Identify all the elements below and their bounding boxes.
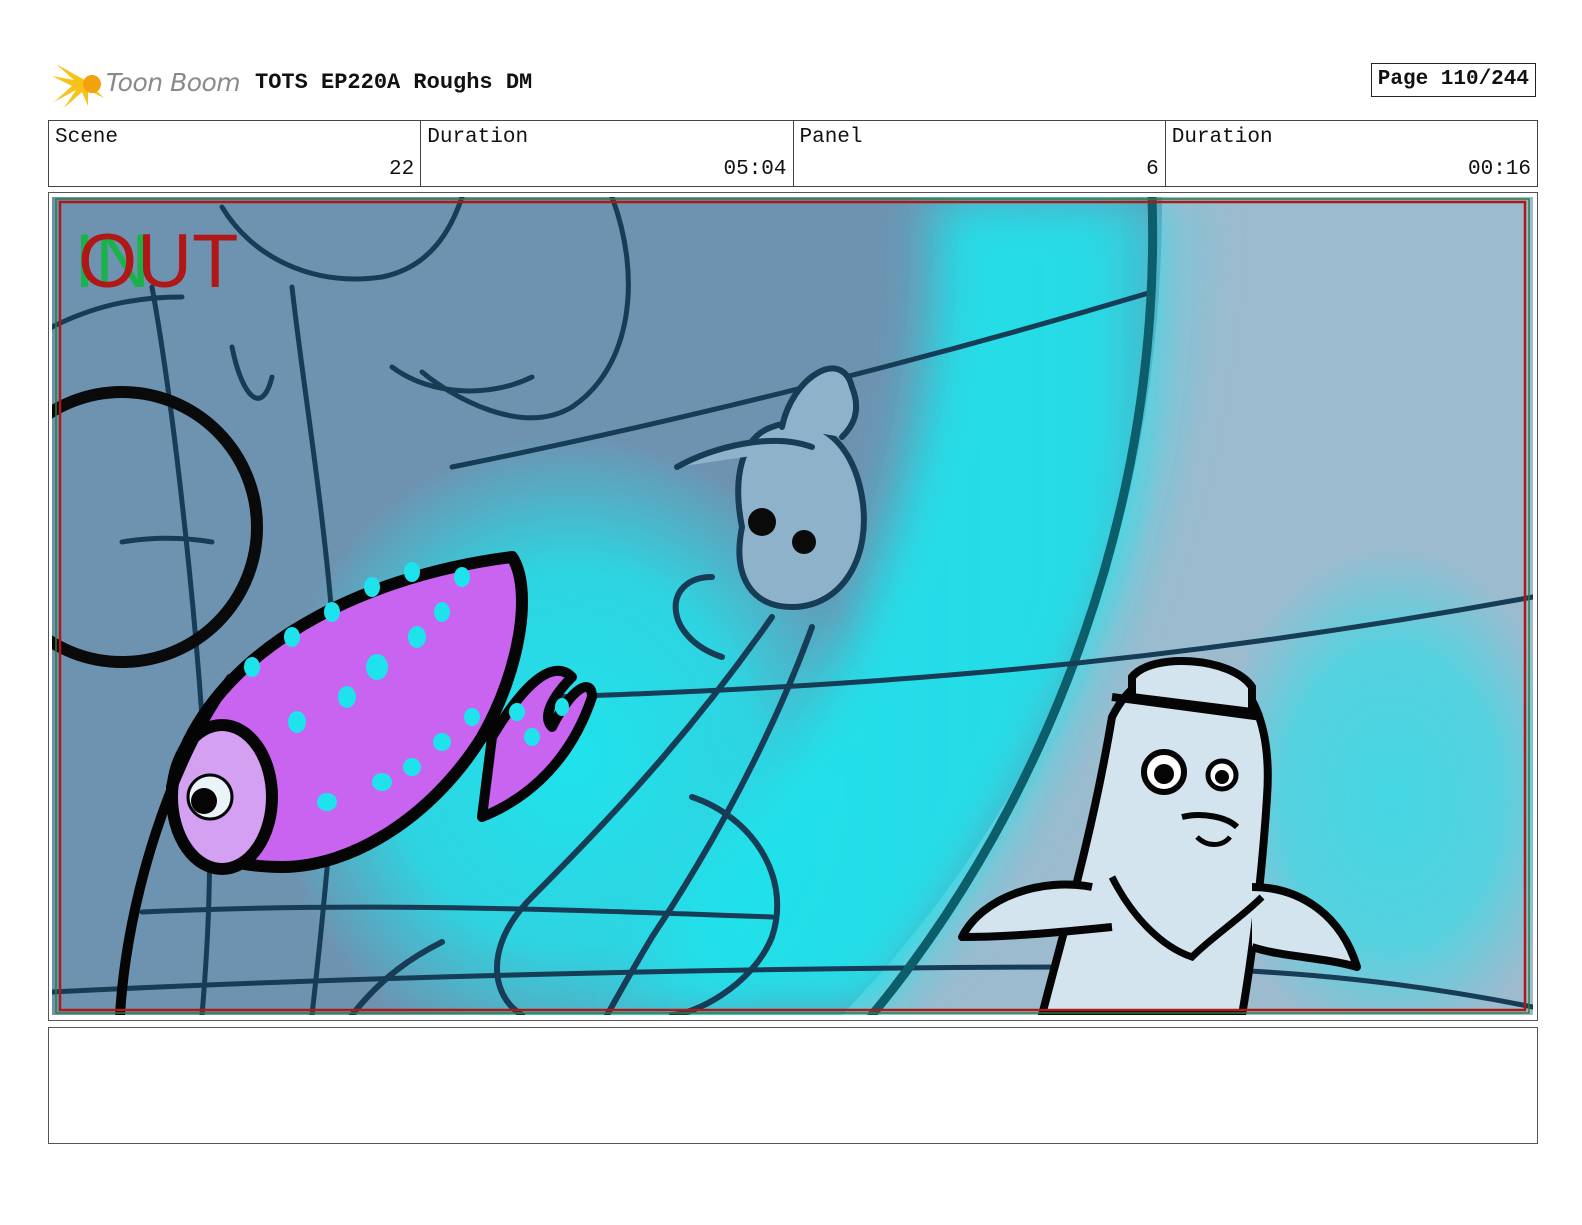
scene-cell: Scene 22 xyxy=(49,121,422,186)
panel-cell: Panel 6 xyxy=(794,121,1166,186)
starburst-logo-icon xyxy=(52,64,104,108)
panel-duration-value: 00:16 xyxy=(1467,158,1531,181)
panel-notes-box[interactable] xyxy=(48,1027,1538,1144)
document-title: TOTS EP220A Roughs DM xyxy=(255,70,533,95)
out-marker: OUT xyxy=(78,219,238,304)
panel-artwork: IN OUT xyxy=(52,197,1533,1015)
panel-drawing: IN OUT xyxy=(52,197,1533,1015)
panel-label: Panel xyxy=(799,126,863,149)
logo-text: Toon Boom xyxy=(106,68,241,97)
scene-duration-label: Duration xyxy=(427,126,529,149)
toon-boom-logo: Toon Boom xyxy=(52,58,242,108)
scene-value: 22 xyxy=(389,158,415,181)
panel-duration-label: Duration xyxy=(1171,126,1273,149)
panel-value: 6 xyxy=(1146,158,1159,181)
center-character-eye-left xyxy=(748,508,776,536)
scene-label: Scene xyxy=(55,126,119,149)
scene-duration-value: 05:04 xyxy=(723,158,787,181)
page-header: Toon Boom TOTS EP220A Roughs DM Page 110… xyxy=(50,56,1536,108)
scene-info-table: Scene 22 Duration 05:04 Panel 6 Duration… xyxy=(48,120,1538,187)
scene-duration-cell: Duration 05:04 xyxy=(421,121,794,186)
panel-duration-cell: Duration 00:16 xyxy=(1166,121,1537,186)
storyboard-panel: IN OUT xyxy=(48,192,1538,1021)
center-character-eye-right xyxy=(792,530,816,554)
page-indicator: Page 110/244 xyxy=(1370,63,1536,97)
